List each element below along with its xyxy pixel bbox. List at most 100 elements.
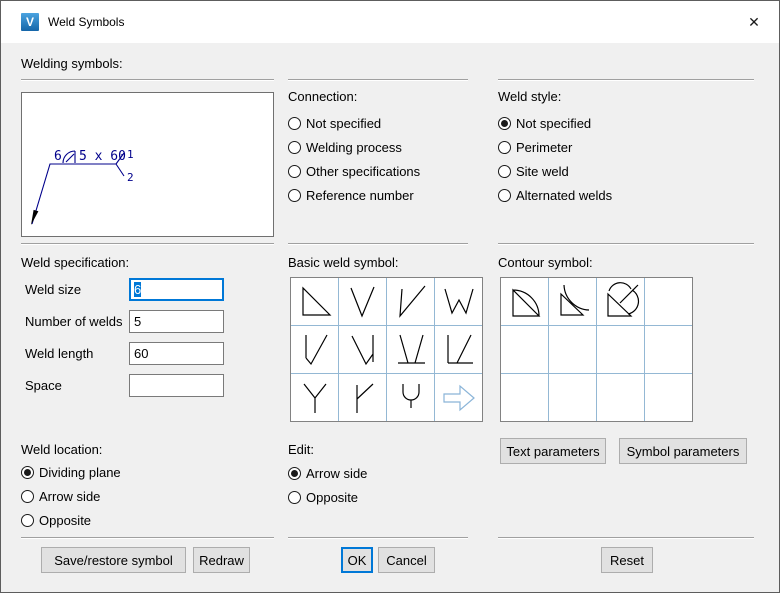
weld-style-label: Weld style: [498, 89, 561, 104]
preview-weld-size-text: 6 [54, 149, 62, 164]
weld-size-label: Weld size [25, 278, 81, 301]
window-title: Weld Symbols [48, 15, 124, 29]
separator [498, 243, 754, 245]
radio-icon [21, 514, 34, 527]
cancel-button[interactable]: Cancel [378, 547, 435, 573]
radio-style-site-weld[interactable]: Site weld [498, 163, 569, 179]
contour-symbol-flush-finished-icon[interactable] [597, 278, 644, 325]
separator [288, 79, 468, 81]
radio-style-alternated-welds[interactable]: Alternated welds [498, 187, 612, 203]
radio-label: Not specified [516, 116, 591, 131]
symbol-parameters-button[interactable]: Symbol parameters [619, 438, 747, 464]
contour-grid-empty-cell[interactable] [645, 374, 692, 421]
preview-count-length-text: 5 x 60 [79, 149, 126, 164]
radio-connection-other-specifications[interactable]: Other specifications [288, 163, 420, 179]
contour-grid-empty-cell[interactable] [501, 326, 548, 373]
contour-grid-empty-cell[interactable] [549, 326, 596, 373]
basic-symbol-y-groove-icon[interactable] [291, 374, 338, 421]
redraw-button[interactable]: Redraw [193, 547, 250, 573]
radio-label: Opposite [306, 490, 358, 505]
basic-symbol-bevel-groove-icon[interactable] [387, 278, 434, 325]
weld-size-input[interactable]: 6 [129, 278, 224, 301]
ok-button[interactable]: OK [341, 547, 373, 573]
radio-icon [288, 141, 301, 154]
contour-grid-empty-cell[interactable] [501, 374, 548, 421]
separator [21, 537, 274, 539]
weld-length-input[interactable]: 60 [129, 342, 224, 365]
connection-label: Connection: [288, 89, 357, 104]
basic-symbol-bevel-with-backing-icon[interactable] [435, 326, 482, 373]
app-icon: V [21, 13, 39, 31]
weld-location-label: Weld location: [21, 442, 102, 457]
weld-length-label: Weld length [25, 342, 93, 365]
basic-symbol-half-y-groove-icon[interactable] [339, 374, 386, 421]
next-page-arrow-icon[interactable] [435, 374, 482, 421]
contour-symbol-label: Contour symbol: [498, 255, 593, 270]
contour-grid-empty-cell[interactable] [597, 326, 644, 373]
radio-label: Welding process [306, 140, 402, 155]
radio-icon [498, 117, 511, 130]
radio-location-dividing-plane[interactable]: Dividing plane [21, 464, 121, 480]
radio-icon [498, 189, 511, 202]
basic-weld-symbol-grid [290, 277, 483, 422]
save-restore-symbol-button[interactable]: Save/restore symbol [41, 547, 186, 573]
contour-symbol-convex-icon[interactable] [501, 278, 548, 325]
radio-label: Reference number [306, 188, 414, 203]
radio-label: Other specifications [306, 164, 420, 179]
welding-symbols-label: Welding symbols: [21, 56, 123, 71]
basic-symbol-steep-bevel-icon[interactable] [339, 326, 386, 373]
text-parameters-button[interactable]: Text parameters [500, 438, 606, 464]
close-icon[interactable]: ✕ [737, 9, 771, 35]
radio-location-opposite[interactable]: Opposite [21, 512, 91, 528]
leader-arrowhead [31, 210, 38, 225]
radio-label: Dividing plane [39, 465, 121, 480]
radio-icon [288, 189, 301, 202]
separator [288, 537, 468, 539]
number-of-welds-input[interactable]: 5 [129, 310, 224, 333]
radio-icon [21, 466, 34, 479]
separator [498, 79, 754, 81]
radio-edit-opposite[interactable]: Opposite [288, 489, 358, 505]
weld-annotation-drawing: 6 5 x 60 1 2 [22, 93, 273, 236]
preview-ref-2-text: 2 [127, 171, 134, 184]
contour-grid-empty-cell[interactable] [645, 326, 692, 373]
weld-specification-label: Weld specification: [21, 255, 129, 270]
separator [288, 243, 468, 245]
separator [498, 537, 754, 539]
number-of-welds-label: Number of welds [25, 310, 123, 333]
radio-icon [21, 490, 34, 503]
radio-label: Opposite [39, 513, 91, 528]
reset-button[interactable]: Reset [601, 547, 653, 573]
basic-symbol-v-with-backing-icon[interactable] [387, 326, 434, 373]
radio-icon [498, 165, 511, 178]
radio-style-not-specified[interactable]: Not specified [498, 115, 591, 131]
preview-ref-1-text: 1 [127, 148, 134, 161]
weld-symbol-preview-canvas: 6 5 x 60 1 2 [21, 92, 274, 237]
contour-symbol-concave-icon[interactable] [549, 278, 596, 325]
radio-icon [288, 491, 301, 504]
radio-label: Site weld [516, 164, 569, 179]
separator [21, 243, 274, 245]
radio-connection-not-specified[interactable]: Not specified [288, 115, 381, 131]
basic-symbol-v-groove-icon[interactable] [339, 278, 386, 325]
basic-symbol-double-v-icon[interactable] [435, 278, 482, 325]
basic-symbol-fillet-icon[interactable] [291, 278, 338, 325]
radio-connection-welding-process[interactable]: Welding process [288, 139, 402, 155]
radio-location-arrow-side[interactable]: Arrow side [21, 488, 100, 504]
separator [21, 79, 274, 81]
contour-grid-empty-cell[interactable] [549, 374, 596, 421]
basic-symbol-u-groove-icon[interactable] [387, 374, 434, 421]
radio-edit-arrow-side[interactable]: Arrow side [288, 465, 367, 481]
contour-grid-empty-cell[interactable] [597, 374, 644, 421]
space-input[interactable] [129, 374, 224, 397]
contour-symbol-grid [500, 277, 693, 422]
radio-label: Arrow side [39, 489, 100, 504]
radio-label: Alternated welds [516, 188, 612, 203]
radio-label: Perimeter [516, 140, 572, 155]
contour-grid-empty-cell[interactable] [645, 278, 692, 325]
radio-style-perimeter[interactable]: Perimeter [498, 139, 572, 155]
basic-weld-symbol-label: Basic weld symbol: [288, 255, 399, 270]
radio-label: Not specified [306, 116, 381, 131]
radio-connection-reference-number[interactable]: Reference number [288, 187, 414, 203]
basic-symbol-steep-v-icon[interactable] [291, 326, 338, 373]
